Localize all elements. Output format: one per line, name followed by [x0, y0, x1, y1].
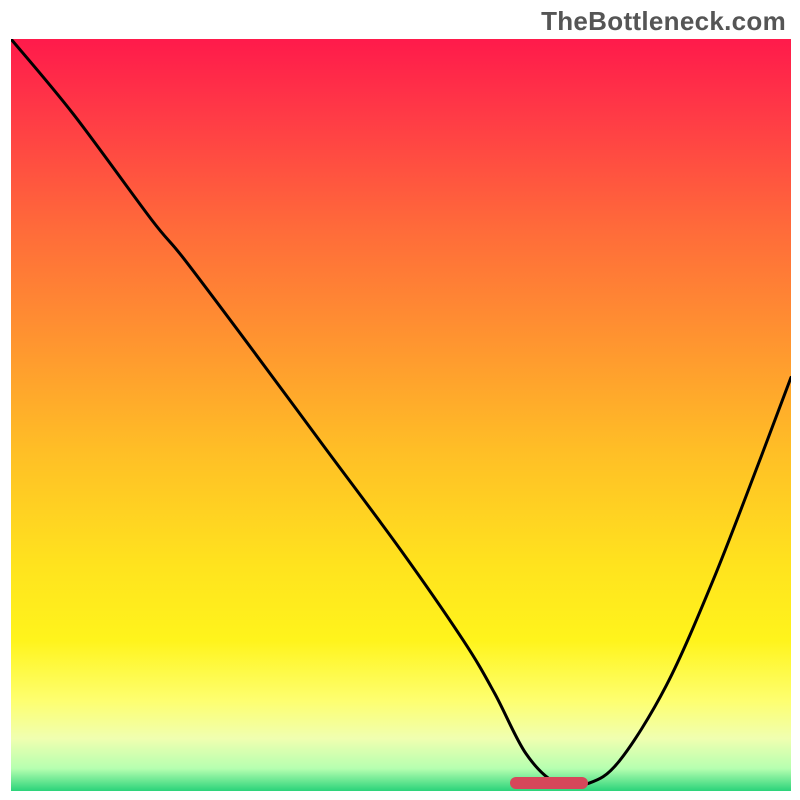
chart-container: TheBottleneck.com [0, 0, 800, 800]
optimal-range-marker [510, 777, 588, 789]
bottleneck-curve [11, 39, 791, 787]
watermark-text: TheBottleneck.com [541, 6, 786, 37]
curve-layer [11, 39, 791, 791]
plot-area [10, 38, 790, 790]
